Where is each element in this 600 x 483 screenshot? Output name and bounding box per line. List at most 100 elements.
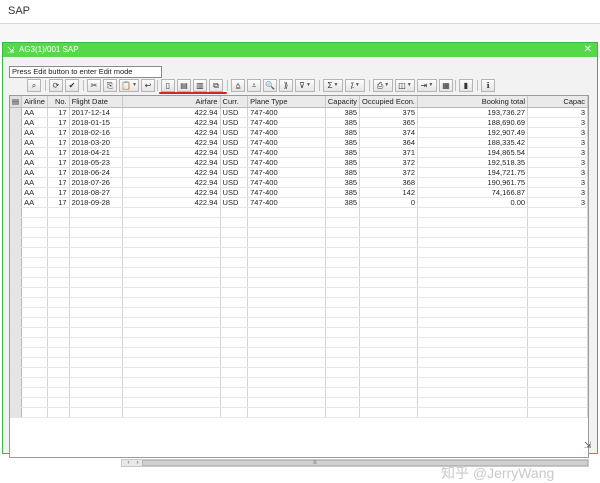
- cell-curr[interactable]: USD: [220, 137, 249, 148]
- cell-plane[interactable]: 747-400: [247, 177, 326, 188]
- select-all-icon[interactable]: ▤: [10, 96, 23, 108]
- cell-capac2[interactable]: 3: [527, 157, 588, 168]
- scroll-left-icon[interactable]: ‹: [124, 460, 133, 466]
- cell-date[interactable]: 2018-08-27: [69, 187, 123, 198]
- row-selector[interactable]: [10, 167, 23, 178]
- subtotal-icon[interactable]: ⁒▼: [345, 79, 365, 92]
- cell-curr[interactable]: USD: [220, 167, 249, 178]
- cell-booking[interactable]: 194,865.54: [417, 147, 529, 158]
- cell-capac2[interactable]: 3: [527, 187, 588, 198]
- find-icon[interactable]: 🔍: [263, 79, 277, 92]
- row-selector[interactable]: [10, 157, 23, 168]
- col-header-currency[interactable]: Curr.: [220, 96, 249, 108]
- cell-airline[interactable]: AA: [21, 197, 48, 208]
- table-row[interactable]: AA 17 2018-09-28 422.94 USD 747-400 385 0 0.00 3: [10, 197, 588, 208]
- find-next-icon[interactable]: ⟫: [279, 79, 293, 92]
- cut-icon[interactable]: ✂: [87, 79, 101, 92]
- cell-occupied[interactable]: 368: [359, 177, 418, 188]
- col-header-plane-type[interactable]: Plane Type: [247, 96, 326, 108]
- cell-date[interactable]: 2018-02-16: [69, 127, 123, 138]
- cell-booking[interactable]: 192,907.49: [417, 127, 529, 138]
- cell-curr[interactable]: USD: [220, 157, 249, 168]
- cell-capacity[interactable]: 385: [325, 187, 361, 198]
- cell-curr[interactable]: USD: [220, 177, 249, 188]
- insert-row-icon[interactable]: ▤: [177, 79, 191, 92]
- cell-capac2[interactable]: 3: [527, 177, 588, 188]
- cell-capac2[interactable]: 3: [527, 197, 588, 208]
- sort-desc-icon[interactable]: ⩡: [247, 79, 261, 92]
- cell-capacity[interactable]: 385: [325, 117, 361, 128]
- table-row[interactable]: AA 17 2018-05-23 422.94 USD 747-400 385 372 192,…: [10, 157, 588, 168]
- copy-icon[interactable]: ⎘: [103, 79, 117, 92]
- cell-curr[interactable]: USD: [220, 117, 249, 128]
- row-selector[interactable]: [10, 107, 23, 118]
- col-header-airline[interactable]: Airline: [21, 96, 48, 108]
- cell-date[interactable]: 2018-06-24: [69, 167, 123, 178]
- cell-booking[interactable]: 192,518.35: [417, 157, 529, 168]
- cell-booking[interactable]: 193,736.27: [417, 107, 529, 118]
- cell-airfare[interactable]: 422.94: [122, 107, 221, 118]
- cell-date[interactable]: 2018-04-21: [69, 147, 123, 158]
- print-icon[interactable]: ⎙▼: [373, 79, 393, 92]
- cell-no[interactable]: 17: [47, 107, 70, 118]
- table-row[interactable]: AA 17 2018-04-21 422.94 USD 747-400 385 371 194,…: [10, 147, 588, 158]
- cell-capac2[interactable]: 3: [527, 167, 588, 178]
- table-row[interactable]: AA 17 2018-03-20 422.94 USD 747-400 385 364 188,…: [10, 137, 588, 148]
- row-selector[interactable]: [10, 177, 23, 188]
- cell-occupied[interactable]: 365: [359, 117, 418, 128]
- cell-no[interactable]: 17: [47, 177, 70, 188]
- col-header-capacity[interactable]: Capacity: [325, 96, 361, 108]
- table-row[interactable]: AA 17 2018-06-24 422.94 USD 747-400 385 372 194,…: [10, 167, 588, 178]
- col-header-occupied-econ[interactable]: Occupied Econ.: [359, 96, 418, 108]
- cell-plane[interactable]: 747-400: [247, 167, 326, 178]
- cell-airfare[interactable]: 422.94: [122, 127, 221, 138]
- table-row[interactable]: AA 17 2018-08-27 422.94 USD 747-400 385 142 74,1…: [10, 187, 588, 198]
- layout-icon[interactable]: ▦: [439, 79, 453, 92]
- cell-occupied[interactable]: 372: [359, 167, 418, 178]
- cell-plane[interactable]: 747-400: [247, 137, 326, 148]
- graphic-icon[interactable]: ▮: [459, 79, 473, 92]
- row-selector[interactable]: [10, 187, 23, 198]
- cell-airline[interactable]: AA: [21, 157, 48, 168]
- table-row[interactable]: AA 17 2018-02-16 422.94 USD 747-400 385 374 192,…: [10, 127, 588, 138]
- cell-capacity[interactable]: 385: [325, 177, 361, 188]
- sort-asc-icon[interactable]: ⩠: [231, 79, 245, 92]
- cell-capacity[interactable]: 385: [325, 197, 361, 208]
- cell-capac2[interactable]: 3: [527, 107, 588, 118]
- cell-booking[interactable]: 188,335.42: [417, 137, 529, 148]
- cell-date[interactable]: 2018-09-28: [69, 197, 123, 208]
- close-icon[interactable]: ✕: [584, 44, 592, 56]
- cell-capac2[interactable]: 3: [527, 137, 588, 148]
- cell-booking[interactable]: 194,721.75: [417, 167, 529, 178]
- cell-date[interactable]: 2018-07-26: [69, 177, 123, 188]
- row-selector[interactable]: [10, 127, 23, 138]
- row-selector[interactable]: [10, 147, 23, 158]
- view-icon[interactable]: ◫▼: [395, 79, 415, 92]
- cell-no[interactable]: 17: [47, 117, 70, 128]
- cell-date[interactable]: 2018-03-20: [69, 137, 123, 148]
- row-selector[interactable]: [10, 117, 23, 128]
- cell-occupied[interactable]: 142: [359, 187, 418, 198]
- paste-icon[interactable]: 📋▼: [119, 79, 139, 92]
- cell-airline[interactable]: AA: [21, 187, 48, 198]
- table-row[interactable]: AA 17 2018-01-15 422.94 USD 747-400 385 365 188,…: [10, 117, 588, 128]
- cell-capac2[interactable]: 3: [527, 147, 588, 158]
- cell-plane[interactable]: 747-400: [247, 107, 326, 118]
- cell-airline[interactable]: AA: [21, 127, 48, 138]
- cell-date[interactable]: 2017-12-14: [69, 107, 123, 118]
- cell-airline[interactable]: AA: [21, 167, 48, 178]
- cell-capacity[interactable]: 385: [325, 147, 361, 158]
- cell-airline[interactable]: AA: [21, 137, 48, 148]
- cell-capacity[interactable]: 385: [325, 157, 361, 168]
- cell-occupied[interactable]: 372: [359, 157, 418, 168]
- col-header-capacity-2[interactable]: Capac: [527, 96, 588, 108]
- cell-no[interactable]: 17: [47, 147, 70, 158]
- cell-occupied[interactable]: 375: [359, 107, 418, 118]
- cell-curr[interactable]: USD: [220, 187, 249, 198]
- col-header-booking-total[interactable]: Booking total: [417, 96, 529, 108]
- cell-airfare[interactable]: 422.94: [122, 177, 221, 188]
- check-icon[interactable]: ✔: [65, 79, 79, 92]
- cell-airfare[interactable]: 422.94: [122, 187, 221, 198]
- cell-curr[interactable]: USD: [220, 107, 249, 118]
- cell-no[interactable]: 17: [47, 197, 70, 208]
